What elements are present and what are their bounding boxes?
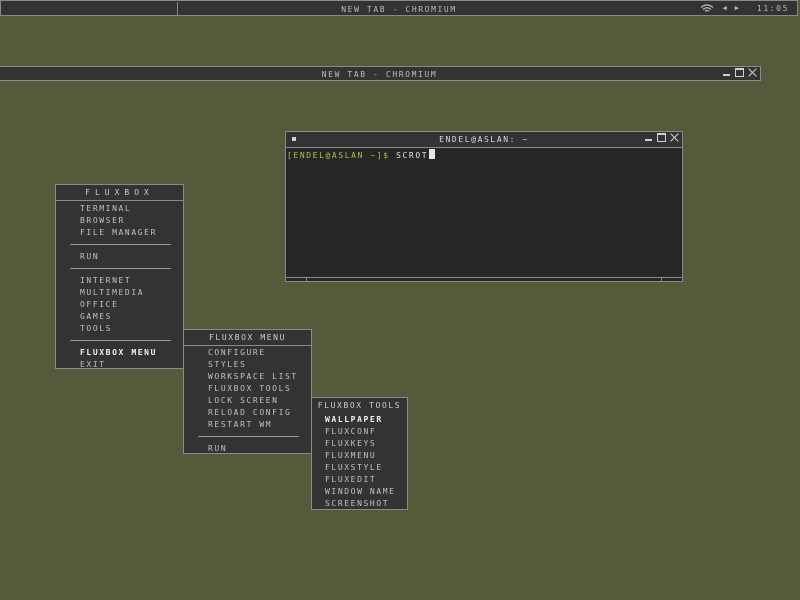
toolbar-window-title[interactable]: New Tab - Chromium bbox=[1, 5, 797, 14]
menu-item-internet[interactable]: Internet bbox=[56, 275, 183, 287]
menu-item-window-name[interactable]: Window Name bbox=[312, 486, 407, 498]
menu-item-reload-config[interactable]: Reload Config bbox=[184, 407, 311, 419]
wifi-icon[interactable] bbox=[700, 4, 714, 13]
terminal-output[interactable]: [endel@aslan ~]$ scrot bbox=[286, 149, 436, 160]
menu-item-lock-screen[interactable]: Lock Screen bbox=[184, 395, 311, 407]
menu-item-file-manager[interactable]: File Manager bbox=[56, 227, 183, 239]
menu-item-browser[interactable]: Browser bbox=[56, 215, 183, 227]
menu-item-wallpaper[interactable]: Wallpaper bbox=[312, 414, 407, 426]
menu-item-run[interactable]: Run bbox=[56, 251, 183, 263]
terminal-window-buttons bbox=[644, 133, 679, 142]
close-icon[interactable] bbox=[748, 68, 757, 77]
next-workspace-icon[interactable]: ▶ bbox=[735, 4, 739, 13]
close-icon[interactable] bbox=[670, 133, 679, 142]
menu-item-fluxkeys[interactable]: Fluxkeys bbox=[312, 438, 407, 450]
clock: 11:05 bbox=[756, 4, 789, 13]
terminal-title: endel@aslan: ~ bbox=[439, 135, 529, 144]
prev-workspace-icon[interactable]: ◀ bbox=[722, 4, 726, 13]
menu-item-terminal[interactable]: Terminal bbox=[56, 203, 183, 215]
terminal-window[interactable]: endel@aslan: ~ [endel@aslan ~]$ scrot bbox=[285, 131, 683, 282]
menu-separator bbox=[56, 335, 183, 347]
menu-item-configure[interactable]: Configure bbox=[184, 347, 311, 359]
menu-separator bbox=[56, 263, 183, 275]
menu-item-multimedia[interactable]: Multimedia bbox=[56, 287, 183, 299]
menu-item-styles[interactable]: Styles bbox=[184, 359, 311, 371]
fluxbox-tools-submenu: Fluxbox Tools Wallpaper Fluxconf Fluxkey… bbox=[311, 397, 408, 510]
chromium-window-title: New Tab - Chromium bbox=[321, 70, 438, 79]
menu-item-fluxstyle[interactable]: Fluxstyle bbox=[312, 462, 407, 474]
shell-command: scrot bbox=[396, 151, 429, 160]
minimize-icon[interactable] bbox=[644, 133, 653, 142]
menu-separator bbox=[184, 431, 311, 443]
menu-separator bbox=[56, 239, 183, 251]
root-menu-title: Fluxbox bbox=[56, 185, 183, 201]
menu-item-workspace-list[interactable]: Workspace List bbox=[184, 371, 311, 383]
menu-item-fluxconf[interactable]: Fluxconf bbox=[312, 426, 407, 438]
root-menu: Fluxbox Terminal Browser File Manager Ru… bbox=[55, 184, 184, 369]
top-toolbar: New Tab - Chromium ◀ ▶ 11:05 bbox=[0, 0, 798, 16]
minimize-icon[interactable] bbox=[722, 68, 731, 77]
menu-item-office[interactable]: Office bbox=[56, 299, 183, 311]
maximize-icon[interactable] bbox=[735, 68, 744, 77]
shell-prompt: [endel@aslan ~]$ bbox=[287, 151, 397, 160]
menu-item-screenshot[interactable]: Screenshot bbox=[312, 498, 407, 510]
menu-item-fluxbox-menu[interactable]: Fluxbox Menu bbox=[56, 347, 183, 359]
fluxbox-submenu: Fluxbox Menu Configure Styles Workspace … bbox=[183, 329, 312, 454]
menu-item-run[interactable]: Run bbox=[184, 443, 311, 455]
menu-item-exit[interactable]: Exit bbox=[56, 359, 183, 371]
menu-item-tools[interactable]: Tools bbox=[56, 323, 183, 335]
terminal-titlebar[interactable]: endel@aslan: ~ bbox=[286, 132, 682, 148]
resize-grip-left[interactable] bbox=[306, 278, 307, 281]
menu-item-fluxedit[interactable]: Fluxedit bbox=[312, 474, 407, 486]
menu-item-fluxbox-tools[interactable]: Fluxbox Tools bbox=[184, 383, 311, 395]
menu-item-restart-wm[interactable]: Restart WM bbox=[184, 419, 311, 431]
text-cursor bbox=[429, 149, 436, 159]
chromium-window-titlebar[interactable]: New Tab - Chromium bbox=[0, 66, 761, 81]
fluxbox-submenu-title: Fluxbox Menu bbox=[184, 330, 311, 346]
chromium-window-buttons bbox=[722, 68, 757, 77]
system-tray: ◀ ▶ 11:05 bbox=[700, 4, 789, 13]
fluxbox-tools-title: Fluxbox Tools bbox=[317, 401, 402, 410]
resize-grip-right[interactable] bbox=[661, 278, 662, 281]
menu-item-fluxmenu[interactable]: Fluxmenu bbox=[312, 450, 407, 462]
resize-handle[interactable] bbox=[286, 277, 682, 281]
menu-item-games[interactable]: Games bbox=[56, 311, 183, 323]
maximize-icon[interactable] bbox=[657, 133, 666, 142]
